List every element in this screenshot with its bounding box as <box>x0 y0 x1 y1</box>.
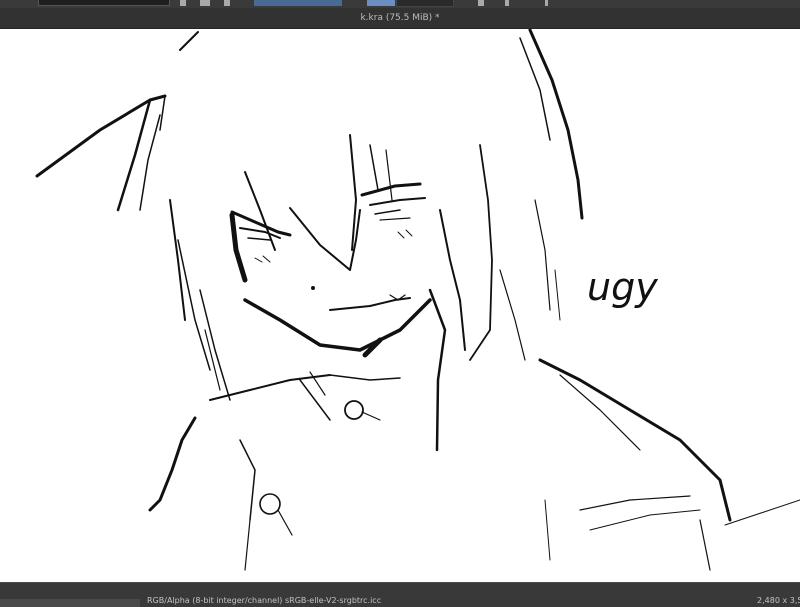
blush-stroke <box>254 255 271 263</box>
hair-stroke <box>369 144 379 191</box>
top-toolbar <box>0 0 800 8</box>
blend-mode-select[interactable] <box>254 0 342 6</box>
hair-stroke <box>428 288 447 452</box>
shirt-stroke <box>244 519 251 571</box>
hair-stroke <box>349 134 357 251</box>
document-tab[interactable]: k.kra (75.5 MiB) * <box>0 8 800 29</box>
drawing-canvas[interactable]: ugy <box>0 29 800 582</box>
hair-stroke <box>469 144 493 361</box>
collar-button <box>344 400 364 420</box>
hair-stroke <box>385 149 393 201</box>
jaw-stroke <box>243 298 432 352</box>
hair-stroke <box>528 29 584 220</box>
right-eye-stroke <box>369 197 426 206</box>
shirt-button <box>259 493 281 515</box>
document-title: k.kra (75.5 MiB) * <box>360 13 440 23</box>
hair-stroke <box>35 94 167 178</box>
hair-stroke <box>534 199 551 311</box>
collar-stroke <box>299 379 331 421</box>
lock-icon[interactable] <box>545 0 548 6</box>
shirt-stroke <box>544 499 551 561</box>
left-eye-stroke <box>247 237 271 241</box>
hair-stroke <box>199 289 231 401</box>
shirt-stroke <box>724 499 800 526</box>
shoulder-stroke <box>559 374 641 451</box>
collar-stroke <box>361 411 381 421</box>
hair-stroke <box>179 31 199 51</box>
shirt-stroke <box>579 495 691 511</box>
hair-stroke <box>554 269 561 321</box>
color-profile-label: RGB/Alpha (8-bit integer/channel) sRGB-e… <box>147 596 382 605</box>
paste-icon[interactable] <box>200 0 210 6</box>
background-color-swatch[interactable] <box>396 0 454 7</box>
shirt-stroke <box>277 509 293 536</box>
image-size-label: 2,480 x 3,50 <box>757 596 800 605</box>
blush-stroke <box>397 229 413 239</box>
hair-stroke <box>519 37 551 141</box>
reload-icon[interactable] <box>224 0 230 6</box>
collar-stroke <box>329 374 401 381</box>
wrap-icon[interactable] <box>505 0 509 6</box>
handwritten-text: ugy <box>587 265 658 309</box>
right-eye-stroke <box>374 209 401 215</box>
foreground-color-swatch[interactable] <box>367 0 395 6</box>
shoulder-stroke <box>538 358 732 522</box>
shirt-stroke <box>699 519 711 571</box>
nose-dot <box>311 286 315 290</box>
hair-stroke <box>499 269 526 361</box>
status-bar: RGB/Alpha (8-bit integer/channel) sRGB-e… <box>0 582 800 607</box>
shoulder-stroke <box>239 439 256 521</box>
shoulder-stroke <box>148 416 197 512</box>
right-eye-stroke <box>379 217 411 221</box>
tool-icon[interactable] <box>180 0 186 6</box>
sketch: ugy <box>35 29 800 571</box>
brush-preset-field[interactable] <box>38 0 170 6</box>
hair-stroke <box>289 207 361 271</box>
mirror-icon[interactable] <box>478 0 484 6</box>
left-eye-stroke <box>229 212 248 283</box>
hair-stroke <box>159 95 166 131</box>
shirt-stroke <box>589 509 701 531</box>
